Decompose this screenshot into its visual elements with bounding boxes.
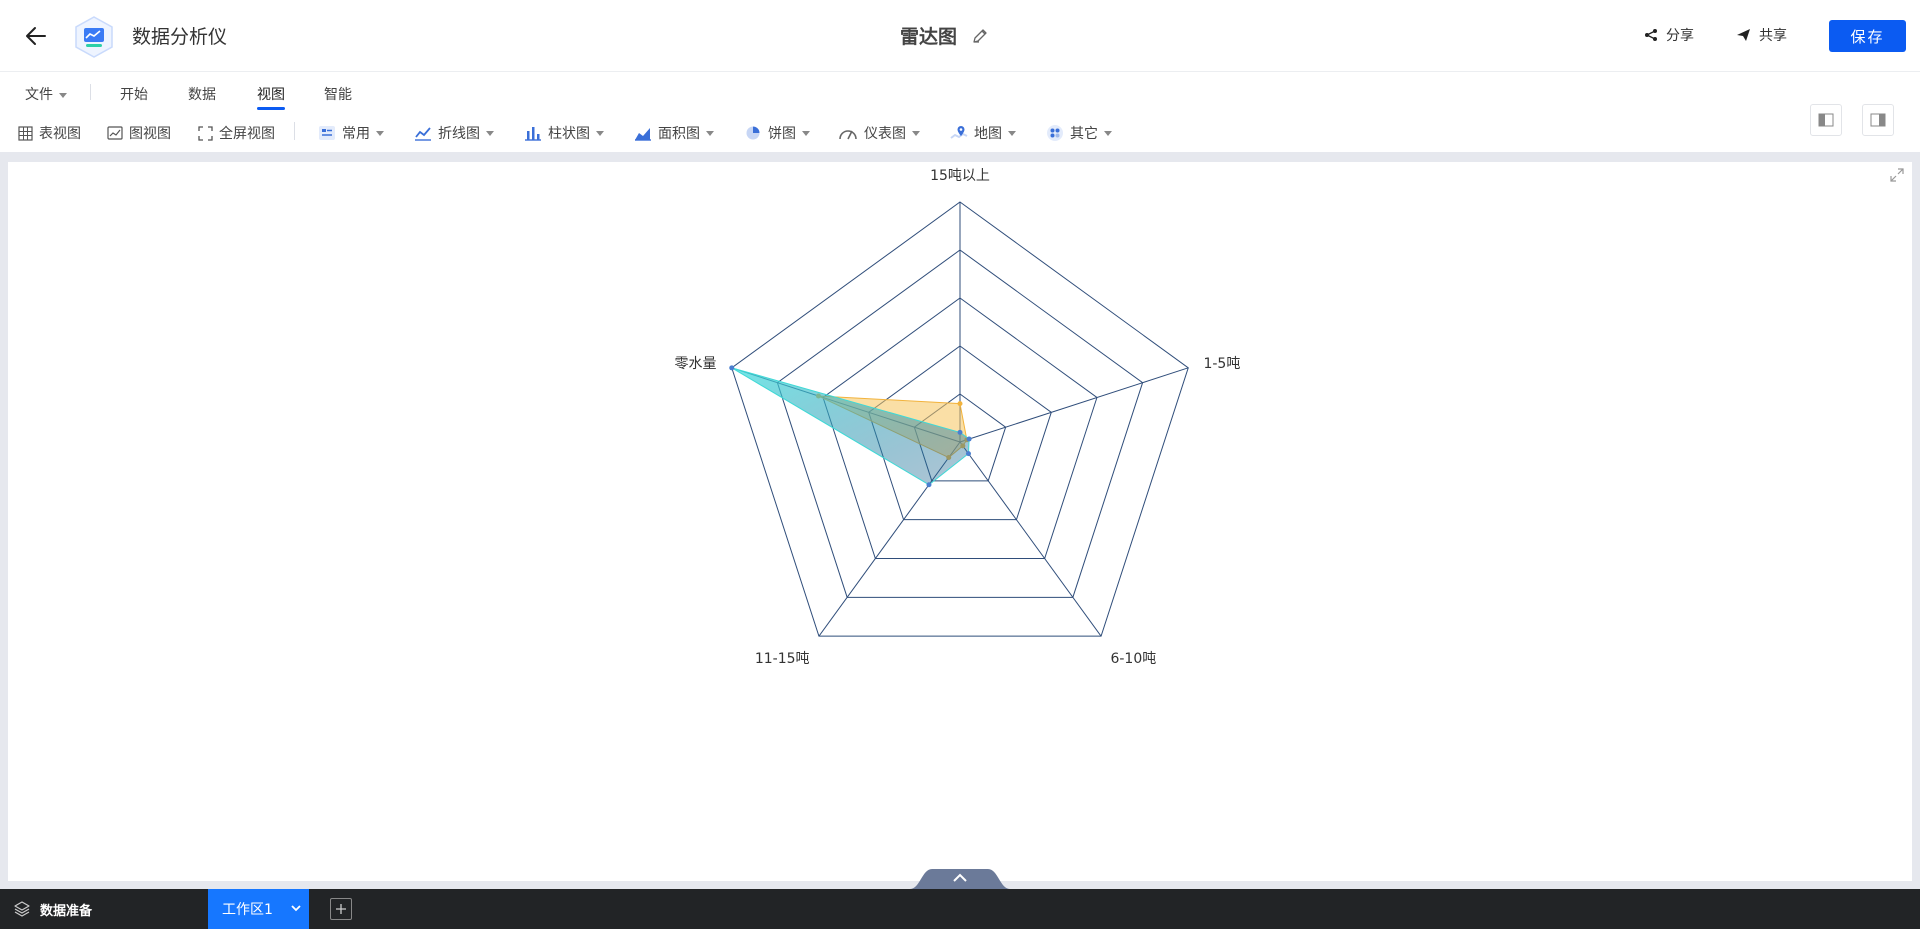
menu-file-label: 文件 — [25, 87, 53, 103]
pie-chart-dropdown[interactable]: 饼图 — [744, 122, 810, 144]
bar-chart-dropdown[interactable]: 柱状图 — [524, 122, 604, 144]
table-grid-icon — [18, 125, 33, 141]
menu-file[interactable]: 文件 — [25, 84, 67, 104]
caret-down-icon — [486, 130, 494, 136]
radar-data-point — [966, 436, 972, 442]
fullscreen-view-button[interactable]: 全屏视图 — [198, 122, 275, 144]
radar-data-point — [957, 401, 963, 407]
radar-data-point — [926, 482, 932, 488]
caret-down-icon — [706, 130, 714, 136]
workspace-area: 15吨以上 1-5吨 6-10吨 11-15吨 零水量 — [0, 152, 1920, 889]
menu-start[interactable]: 开始 — [120, 84, 148, 104]
radar-indicator-label: 零水量 — [675, 356, 717, 372]
chart-canvas: 15吨以上 1-5吨 6-10吨 11-15吨 零水量 — [8, 162, 1912, 881]
caret-down-icon — [912, 130, 920, 136]
table-view-label: 表视图 — [39, 126, 81, 142]
public-share-label: 共享 — [1759, 28, 1787, 44]
gauge-chart-label: 仪表图 — [864, 126, 906, 142]
radar-indicator-label: 15吨以上 — [930, 168, 990, 184]
panel-left-icon — [1818, 113, 1834, 127]
caret-down-icon — [376, 130, 384, 136]
fullscreen-icon — [198, 125, 213, 141]
caret-down-icon — [59, 92, 67, 98]
share-button[interactable]: 分享 — [1644, 25, 1694, 45]
workspace-tab[interactable]: 工作区1 — [208, 889, 309, 929]
area-chart-label: 面积图 — [658, 126, 700, 142]
menu-data[interactable]: 数据 — [188, 84, 216, 104]
map-label: 地图 — [974, 126, 1002, 142]
toolbar-divider — [294, 122, 295, 140]
caret-down-icon — [802, 130, 810, 136]
public-share-button[interactable]: 共享 — [1736, 25, 1787, 45]
other-charts-dropdown[interactable]: 其它 — [1046, 122, 1112, 144]
pencil-edit-icon[interactable] — [971, 27, 989, 45]
menu-bar: 文件 开始 数据 视图 智能 — [0, 72, 1920, 112]
document-title-area: 雷达图 — [900, 22, 989, 49]
arrow-left-icon — [26, 27, 46, 45]
share-icon — [1645, 29, 1657, 41]
radar-data-point — [965, 451, 971, 457]
radar-data-point — [729, 365, 735, 371]
data-prep-button[interactable]: 数据准备 — [14, 889, 92, 929]
radar-data-point — [957, 429, 963, 435]
data-prep-label: 数据准备 — [40, 903, 93, 919]
caret-down-icon — [596, 130, 604, 136]
workspace-tab-label: 工作区1 — [222, 902, 273, 918]
plus-icon — [336, 904, 346, 914]
table-view-button[interactable]: 表视图 — [18, 122, 81, 144]
common-chart-icon — [319, 126, 335, 140]
radar-indicator-label: 1-5吨 — [1203, 356, 1240, 372]
menu-divider — [90, 84, 91, 100]
common-charts-dropdown[interactable]: 常用 — [318, 122, 384, 144]
line-chart-dropdown[interactable]: 折线图 — [414, 122, 494, 144]
radar-axis-line — [959, 367, 1189, 443]
caret-down-icon — [1008, 130, 1016, 136]
radar-axis-line — [959, 441, 1102, 637]
radar-chart: 15吨以上 1-5吨 6-10吨 11-15吨 零水量 — [675, 168, 1241, 667]
chart-monitor-icon — [75, 16, 113, 58]
pie-chart-icon — [746, 126, 760, 140]
bottom-bar: 数据准备 工作区1 — [0, 889, 1920, 929]
paper-plane-icon — [1737, 29, 1750, 41]
caret-down-icon — [1104, 130, 1112, 136]
layers-icon — [14, 901, 30, 917]
radar-indicator-label: 11-15吨 — [755, 651, 810, 667]
area-chart-dropdown[interactable]: 面积图 — [634, 122, 714, 144]
document-title[interactable]: 雷达图 — [900, 22, 957, 49]
view-toolbar: 表视图 图视图 全屏视图 常用 折线图 柱状图 面积图 饼图 仪表图 地图 其它 — [0, 112, 1920, 152]
chart-view-button[interactable]: 图视图 — [107, 122, 171, 144]
bar-chart-icon — [525, 127, 541, 141]
other-charts-label: 其它 — [1070, 126, 1098, 142]
back-button[interactable] — [20, 20, 52, 52]
menu-view[interactable]: 视图 — [257, 84, 285, 110]
radar-series-area — [731, 367, 970, 486]
line-chart-icon — [415, 127, 431, 141]
gauge-chart-dropdown[interactable]: 仪表图 — [838, 122, 920, 144]
area-chart-icon — [635, 128, 651, 141]
map-dropdown[interactable]: 地图 — [950, 122, 1016, 144]
add-workspace-button[interactable] — [330, 898, 352, 920]
common-charts-label: 常用 — [342, 126, 370, 142]
gauge-icon — [839, 130, 857, 140]
chart-view-label: 图视图 — [129, 126, 171, 142]
pie-chart-label: 饼图 — [768, 126, 796, 142]
chevron-down-icon[interactable] — [289, 901, 303, 915]
layout-left-panel-button[interactable] — [1810, 104, 1842, 136]
image-chart-icon — [107, 125, 123, 140]
other-charts-icon — [1047, 125, 1063, 141]
map-pin-icon — [950, 126, 968, 139]
panel-right-icon — [1870, 113, 1886, 127]
collapse-panel-tab[interactable] — [910, 864, 1010, 889]
top-header: 数据分析仪 雷达图 分享 共享 保存 — [0, 0, 1920, 72]
line-chart-label: 折线图 — [438, 126, 480, 142]
layout-right-panel-button[interactable] — [1862, 104, 1894, 136]
fullscreen-view-label: 全屏视图 — [219, 126, 275, 142]
app-name: 数据分析仪 — [132, 26, 228, 48]
menu-smart[interactable]: 智能 — [324, 84, 352, 104]
save-button[interactable]: 保存 — [1829, 20, 1906, 52]
share-label: 分享 — [1666, 28, 1694, 44]
bar-chart-label: 柱状图 — [548, 126, 590, 142]
radar-indicator-label: 6-10吨 — [1110, 651, 1156, 667]
